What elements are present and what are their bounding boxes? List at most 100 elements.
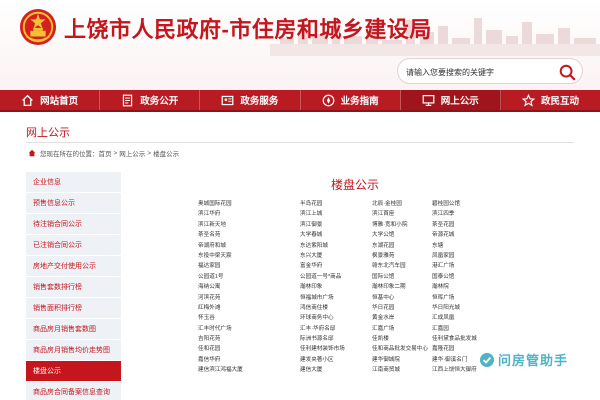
sidebar-item[interactable]: 预售信息公示: [26, 193, 121, 214]
project-link[interactable]: 奥城国际花园: [198, 199, 300, 209]
search-input[interactable]: [406, 63, 554, 81]
project-link[interactable]: 公园道一号*商品: [300, 272, 372, 282]
project-link[interactable]: 东兴大厦: [300, 251, 372, 261]
project-link[interactable]: 富金华府: [300, 261, 372, 271]
search-icon[interactable]: [558, 63, 576, 81]
project-link[interactable]: 建信大厦: [300, 365, 372, 375]
project-link[interactable]: 赣东北汽车园: [372, 261, 432, 271]
home-icon: [22, 94, 33, 106]
project-link[interactable]: 佳利建材装饰市场: [300, 344, 372, 354]
sidebar-item[interactable]: 待注销合同公示: [26, 214, 121, 235]
project-link[interactable]: 国泰公馆: [432, 272, 552, 282]
project-link[interactable]: 茶圣花园: [432, 220, 552, 230]
project-link[interactable]: 滨江御景: [300, 220, 372, 230]
project-link[interactable]: 港汇广场: [432, 261, 552, 271]
sidebar-item[interactable]: 商品房月销售均价走势图: [26, 340, 121, 361]
nav-item-guide[interactable]: 业务指南: [301, 90, 401, 110]
nav-item-label: 政民互动: [540, 96, 579, 107]
nav-item-home[interactable]: 网站首页: [0, 90, 101, 110]
project-link[interactable]: 恒福城市广场: [300, 293, 372, 303]
project-link[interactable]: 茶圣名苑: [198, 230, 300, 240]
project-link[interactable]: 河滨花苑: [198, 293, 300, 303]
project-link[interactable]: 碧桂园公馆: [432, 199, 552, 209]
project-link[interactable]: 北辰·金桂园: [372, 199, 432, 209]
project-link[interactable]: 恒基中心: [372, 293, 432, 303]
project-link[interactable]: 滨江四季: [432, 209, 552, 219]
star-icon: [521, 93, 535, 107]
sidebar-item[interactable]: 销售套数排行榜: [26, 277, 121, 298]
project-link[interactable]: 瀚林院: [432, 282, 552, 292]
project-link[interactable]: 汇嘉广场: [372, 324, 432, 334]
project-link[interactable]: 博雅·宽和小院: [372, 220, 432, 230]
nav-item-gov-service[interactable]: 政务服务: [200, 90, 301, 110]
sidebar-item[interactable]: 商品房月销售套数图: [26, 319, 121, 340]
nav-item-interaction[interactable]: 政民互动: [501, 90, 600, 110]
breadcrumb-prefix: 您现在所在的位置：: [40, 151, 99, 158]
search-box: [397, 58, 583, 84]
project-link[interactable]: 吉阳花苑: [198, 334, 300, 344]
project-link[interactable]: 国际公馆: [372, 272, 432, 282]
sidebar-item[interactable]: 销售面积排行榜: [26, 298, 121, 319]
project-link[interactable]: 华日花园: [372, 303, 432, 313]
breadcrumb-separator: >: [113, 149, 118, 157]
nav-item-public-notice[interactable]: 网上公示: [400, 90, 501, 110]
project-link[interactable]: 凤凰家园: [432, 251, 552, 261]
project-link[interactable]: 佳和商品批发交易中心: [372, 344, 432, 354]
project-link[interactable]: 汇丰·华府名邸: [300, 324, 372, 334]
project-link[interactable]: 福达家园: [198, 261, 300, 271]
project-link[interactable]: 帝源花城: [432, 230, 552, 240]
project-link[interactable]: 大学公馆: [372, 230, 432, 240]
list-row: 滨江新天地 滨江御景 博雅·宽和小院 茶圣花园: [198, 220, 558, 230]
project-link[interactable]: 东湖花园: [372, 241, 432, 251]
sidebar-item[interactable]: 楼盘公示: [26, 361, 121, 382]
project-link[interactable]: 华日阳光城: [432, 303, 552, 313]
project-link[interactable]: 佳凯楼: [372, 334, 432, 344]
project-link[interactable]: 汇丰时代广场: [198, 324, 300, 334]
project-link[interactable]: 东塘: [432, 241, 552, 251]
nav-item-gov-affairs[interactable]: 政务公开: [100, 90, 201, 110]
sidebar-item[interactable]: 房地产交付使用公示: [26, 256, 121, 277]
project-link[interactable]: 鸿信商住楼: [300, 303, 372, 313]
service-icon: [222, 95, 234, 105]
project-link[interactable]: 恒晖广场: [432, 293, 552, 303]
list-row: 吉阳花苑 际洲书源名邸 佳凯楼 佳利黛食品批发城: [198, 334, 558, 344]
sidebar-item[interactable]: 企业信息: [26, 172, 121, 193]
section-divider: [26, 142, 574, 143]
project-link[interactable]: 江南商贸城: [372, 365, 432, 375]
project-link[interactable]: 红梅外滩: [198, 303, 300, 313]
project-link[interactable]: 建华御城院: [372, 355, 432, 365]
project-link[interactable]: 黄金水岸: [372, 313, 432, 323]
project-link[interactable]: 半岛花园: [300, 199, 372, 209]
project-link[interactable]: 际洲书源名邸: [300, 334, 372, 344]
project-link[interactable]: 帝湖府和城: [198, 241, 300, 251]
list-row: 茶圣名苑 大学春城 大学公馆 帝源花城: [198, 230, 558, 240]
document-icon: [123, 94, 133, 106]
project-link[interactable]: 滨江首座: [372, 209, 432, 219]
project-link[interactable]: 东达紫阳城: [300, 241, 372, 251]
project-link[interactable]: 滨江华府: [198, 209, 300, 219]
project-link[interactable]: 公园道1号: [198, 272, 300, 282]
project-link[interactable]: 嘉信华府: [198, 355, 300, 365]
project-link[interactable]: 滨江新天地: [198, 220, 300, 230]
sidebar-item[interactable]: 已注销合同公示: [26, 235, 121, 256]
project-link[interactable]: 瀚林印象: [300, 282, 372, 292]
project-link[interactable]: 枫景雅苑: [372, 251, 432, 261]
project-link[interactable]: 佳利黛食品批发城: [432, 334, 552, 344]
project-link[interactable]: 海纳公寓: [198, 282, 300, 292]
breadcrumb-link-home[interactable]: 首页: [99, 148, 112, 158]
project-link[interactable]: 瀚林印象二期: [372, 282, 432, 292]
project-link[interactable]: 大学春城: [300, 230, 372, 240]
project-link[interactable]: 建信滨江鸿福大厦: [198, 365, 300, 375]
project-link[interactable]: 东投中梁天宸: [198, 251, 300, 261]
project-link[interactable]: 汇成凤凰: [432, 313, 552, 323]
project-link[interactable]: 建发央著小区: [300, 355, 372, 365]
project-link[interactable]: 怀玉谷: [198, 313, 300, 323]
breadcrumb-link-public-notice[interactable]: 网上公示: [119, 148, 145, 158]
breadcrumb-current: 楼盘公示: [153, 151, 180, 158]
nav-item-label: 政务服务: [240, 96, 279, 107]
project-link[interactable]: 滨江上城: [300, 209, 372, 219]
project-link[interactable]: 环球商务中心: [300, 313, 372, 323]
project-link[interactable]: 汇嘉园: [432, 324, 552, 334]
project-link[interactable]: 佳和花园: [198, 344, 300, 354]
sidebar-item[interactable]: 商品房合同备案信息查询: [26, 382, 121, 400]
